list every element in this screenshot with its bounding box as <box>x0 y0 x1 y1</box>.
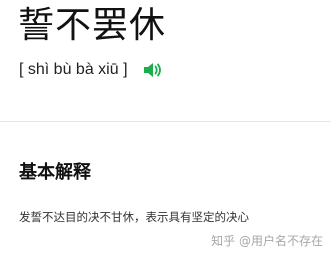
speaker-icon[interactable] <box>142 61 164 79</box>
pinyin-text: [ shì bù bà xiū ] <box>19 61 128 78</box>
section-divider <box>0 121 331 122</box>
pinyin-row: [ shì bù bà xiū ] <box>19 58 164 82</box>
speaker-icon-graphic <box>143 63 161 77</box>
word-title: 誓不罢休 <box>18 5 167 46</box>
definition-text: 发誓不达目的决不甘休，表示具有坚定的决心 <box>19 210 249 224</box>
watermark: 知乎 @用户名不存在 <box>211 234 323 248</box>
section-heading: 基本解释 <box>19 162 91 183</box>
